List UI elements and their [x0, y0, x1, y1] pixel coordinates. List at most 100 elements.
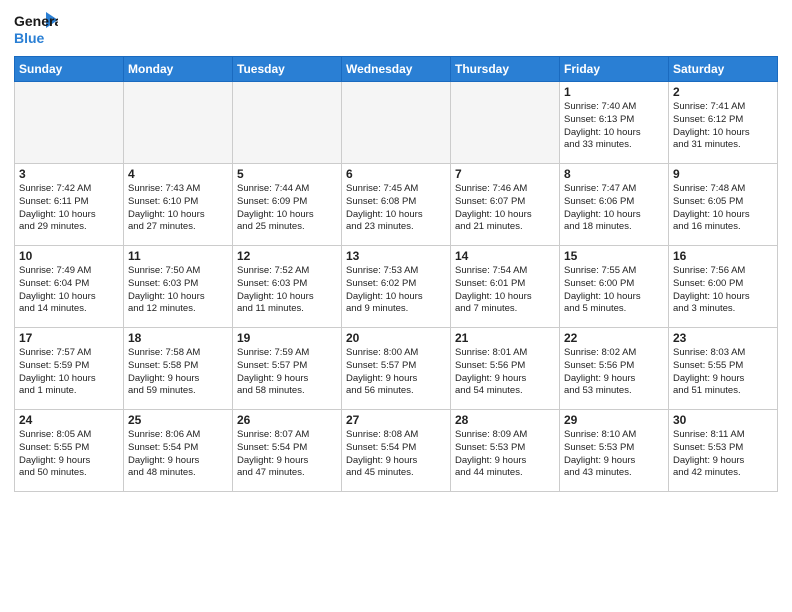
- day-number: 10: [19, 249, 119, 263]
- cell-info: Sunrise: 7:58 AM Sunset: 5:58 PM Dayligh…: [128, 347, 228, 398]
- cell-info: Sunrise: 8:02 AM Sunset: 5:56 PM Dayligh…: [564, 347, 664, 398]
- day-number: 20: [346, 331, 446, 345]
- day-number: 22: [564, 331, 664, 345]
- day-number: 25: [128, 413, 228, 427]
- calendar-cell: 10 Sunrise: 7:49 AM Sunset: 6:04 PM Dayli…: [15, 246, 124, 328]
- calendar-cell: 6 Sunrise: 7:45 AM Sunset: 6:08 PM Daylig…: [342, 164, 451, 246]
- calendar-cell: 19 Sunrise: 7:59 AM Sunset: 5:57 PM Dayli…: [233, 328, 342, 410]
- week-row-1: 1 Sunrise: 7:40 AM Sunset: 6:13 PM Daylig…: [15, 82, 778, 164]
- weekday-header-tuesday: Tuesday: [233, 57, 342, 82]
- day-number: 28: [455, 413, 555, 427]
- day-number: 27: [346, 413, 446, 427]
- calendar-cell: 24Sunrise: 8:05 AM Sunset: 5:55 PM Dayli…: [15, 410, 124, 492]
- day-number: 29: [564, 413, 664, 427]
- cell-info: Sunrise: 7:41 AM Sunset: 6:12 PM Dayligh…: [673, 101, 773, 152]
- cell-info: Sunrise: 7:56 AM Sunset: 6:00 PM Dayligh…: [673, 265, 773, 316]
- cell-info: Sunrise: 7:57 AM Sunset: 5:59 PM Dayligh…: [19, 347, 119, 398]
- day-number: 5: [237, 167, 337, 181]
- cell-info: Sunrise: 7:47 AM Sunset: 6:06 PM Dayligh…: [564, 183, 664, 234]
- cell-info: Sunrise: 7:46 AM Sunset: 6:07 PM Dayligh…: [455, 183, 555, 234]
- cell-info: Sunrise: 7:48 AM Sunset: 6:05 PM Dayligh…: [673, 183, 773, 234]
- calendar-cell: 28 Sunrise: 8:09 AM Sunset: 5:53 PM Dayli…: [451, 410, 560, 492]
- calendar-cell: 18 Sunrise: 7:58 AM Sunset: 5:58 PM Dayli…: [124, 328, 233, 410]
- day-number: 18: [128, 331, 228, 345]
- calendar-cell: 11Sunrise: 7:50 AM Sunset: 6:03 PM Dayli…: [124, 246, 233, 328]
- cell-info: Sunrise: 8:11 AM Sunset: 5:53 PM Dayligh…: [673, 429, 773, 480]
- day-number: 14: [455, 249, 555, 263]
- day-number: 23: [673, 331, 773, 345]
- calendar-cell: 27Sunrise: 8:08 AM Sunset: 5:54 PM Dayli…: [342, 410, 451, 492]
- calendar-cell: 3 Sunrise: 7:42 AM Sunset: 6:11 PM Daylig…: [15, 164, 124, 246]
- day-number: 4: [128, 167, 228, 181]
- week-row-4: 17 Sunrise: 7:57 AM Sunset: 5:59 PM Dayli…: [15, 328, 778, 410]
- week-row-2: 3 Sunrise: 7:42 AM Sunset: 6:11 PM Daylig…: [15, 164, 778, 246]
- calendar-cell: 9 Sunrise: 7:48 AM Sunset: 6:05 PM Daylig…: [669, 164, 778, 246]
- cell-info: Sunrise: 8:03 AM Sunset: 5:55 PM Dayligh…: [673, 347, 773, 398]
- day-number: 7: [455, 167, 555, 181]
- day-number: 9: [673, 167, 773, 181]
- calendar-cell: 26 Sunrise: 8:07 AM Sunset: 5:54 PM Dayli…: [233, 410, 342, 492]
- calendar-cell: [15, 82, 124, 164]
- day-number: 26: [237, 413, 337, 427]
- cell-info: Sunrise: 7:44 AM Sunset: 6:09 PM Dayligh…: [237, 183, 337, 234]
- day-number: 19: [237, 331, 337, 345]
- logo: GeneralBlue: [14, 10, 58, 48]
- weekday-header-thursday: Thursday: [451, 57, 560, 82]
- week-row-3: 10 Sunrise: 7:49 AM Sunset: 6:04 PM Dayli…: [15, 246, 778, 328]
- cell-info: Sunrise: 7:43 AM Sunset: 6:10 PM Dayligh…: [128, 183, 228, 234]
- svg-text:Blue: Blue: [14, 30, 45, 46]
- calendar-cell: 5 Sunrise: 7:44 AM Sunset: 6:09 PM Daylig…: [233, 164, 342, 246]
- calendar-cell: 30 Sunrise: 8:11 AM Sunset: 5:53 PM Dayli…: [669, 410, 778, 492]
- calendar-table: SundayMondayTuesdayWednesdayThursdayFrid…: [14, 56, 778, 492]
- calendar-cell: 29 Sunrise: 8:10 AM Sunset: 5:53 PM Dayli…: [560, 410, 669, 492]
- cell-info: Sunrise: 7:42 AM Sunset: 6:11 PM Dayligh…: [19, 183, 119, 234]
- cell-info: Sunrise: 7:54 AM Sunset: 6:01 PM Dayligh…: [455, 265, 555, 316]
- cell-info: Sunrise: 7:53 AM Sunset: 6:02 PM Dayligh…: [346, 265, 446, 316]
- cell-info: Sunrise: 7:40 AM Sunset: 6:13 PM Dayligh…: [564, 101, 664, 152]
- cell-info: Sunrise: 7:45 AM Sunset: 6:08 PM Dayligh…: [346, 183, 446, 234]
- calendar-cell: [342, 82, 451, 164]
- cell-info: Sunrise: 7:50 AM Sunset: 6:03 PM Dayligh…: [128, 265, 228, 316]
- cell-info: Sunrise: 7:49 AM Sunset: 6:04 PM Dayligh…: [19, 265, 119, 316]
- calendar-cell: 17 Sunrise: 7:57 AM Sunset: 5:59 PM Dayli…: [15, 328, 124, 410]
- calendar-cell: 14 Sunrise: 7:54 AM Sunset: 6:01 PM Dayli…: [451, 246, 560, 328]
- day-number: 16: [673, 249, 773, 263]
- page: GeneralBlue SundayMondayTuesdayWednesday…: [0, 0, 792, 612]
- calendar-cell: 22 Sunrise: 8:02 AM Sunset: 5:56 PM Dayli…: [560, 328, 669, 410]
- cell-info: Sunrise: 8:07 AM Sunset: 5:54 PM Dayligh…: [237, 429, 337, 480]
- day-number: 30: [673, 413, 773, 427]
- day-number: 13: [346, 249, 446, 263]
- calendar-cell: 25 Sunrise: 8:06 AM Sunset: 5:54 PM Dayli…: [124, 410, 233, 492]
- weekday-header-monday: Monday: [124, 57, 233, 82]
- calendar-cell: [233, 82, 342, 164]
- calendar-cell: 8 Sunrise: 7:47 AM Sunset: 6:06 PM Daylig…: [560, 164, 669, 246]
- day-number: 3: [19, 167, 119, 181]
- cell-info: Sunrise: 7:55 AM Sunset: 6:00 PM Dayligh…: [564, 265, 664, 316]
- calendar-cell: 13 Sunrise: 7:53 AM Sunset: 6:02 PM Dayli…: [342, 246, 451, 328]
- calendar-cell: [124, 82, 233, 164]
- cell-info: Sunrise: 8:06 AM Sunset: 5:54 PM Dayligh…: [128, 429, 228, 480]
- day-number: 6: [346, 167, 446, 181]
- day-number: 15: [564, 249, 664, 263]
- weekday-header-wednesday: Wednesday: [342, 57, 451, 82]
- day-number: 17: [19, 331, 119, 345]
- cell-info: Sunrise: 8:09 AM Sunset: 5:53 PM Dayligh…: [455, 429, 555, 480]
- weekday-header-friday: Friday: [560, 57, 669, 82]
- calendar-cell: 20Sunrise: 8:00 AM Sunset: 5:57 PM Dayli…: [342, 328, 451, 410]
- weekday-header-sunday: Sunday: [15, 57, 124, 82]
- day-number: 1: [564, 85, 664, 99]
- day-number: 2: [673, 85, 773, 99]
- day-number: 8: [564, 167, 664, 181]
- weekday-header-saturday: Saturday: [669, 57, 778, 82]
- cell-info: Sunrise: 7:59 AM Sunset: 5:57 PM Dayligh…: [237, 347, 337, 398]
- weekday-header-row: SundayMondayTuesdayWednesdayThursdayFrid…: [15, 57, 778, 82]
- calendar-cell: 12Sunrise: 7:52 AM Sunset: 6:03 PM Dayli…: [233, 246, 342, 328]
- cell-info: Sunrise: 8:01 AM Sunset: 5:56 PM Dayligh…: [455, 347, 555, 398]
- cell-info: Sunrise: 8:10 AM Sunset: 5:53 PM Dayligh…: [564, 429, 664, 480]
- calendar-cell: 15 Sunrise: 7:55 AM Sunset: 6:00 PM Dayli…: [560, 246, 669, 328]
- calendar-cell: 23 Sunrise: 8:03 AM Sunset: 5:55 PM Dayli…: [669, 328, 778, 410]
- header: GeneralBlue: [14, 10, 778, 48]
- cell-info: Sunrise: 8:05 AM Sunset: 5:55 PM Dayligh…: [19, 429, 119, 480]
- calendar-cell: 1 Sunrise: 7:40 AM Sunset: 6:13 PM Daylig…: [560, 82, 669, 164]
- calendar-cell: 2 Sunrise: 7:41 AM Sunset: 6:12 PM Daylig…: [669, 82, 778, 164]
